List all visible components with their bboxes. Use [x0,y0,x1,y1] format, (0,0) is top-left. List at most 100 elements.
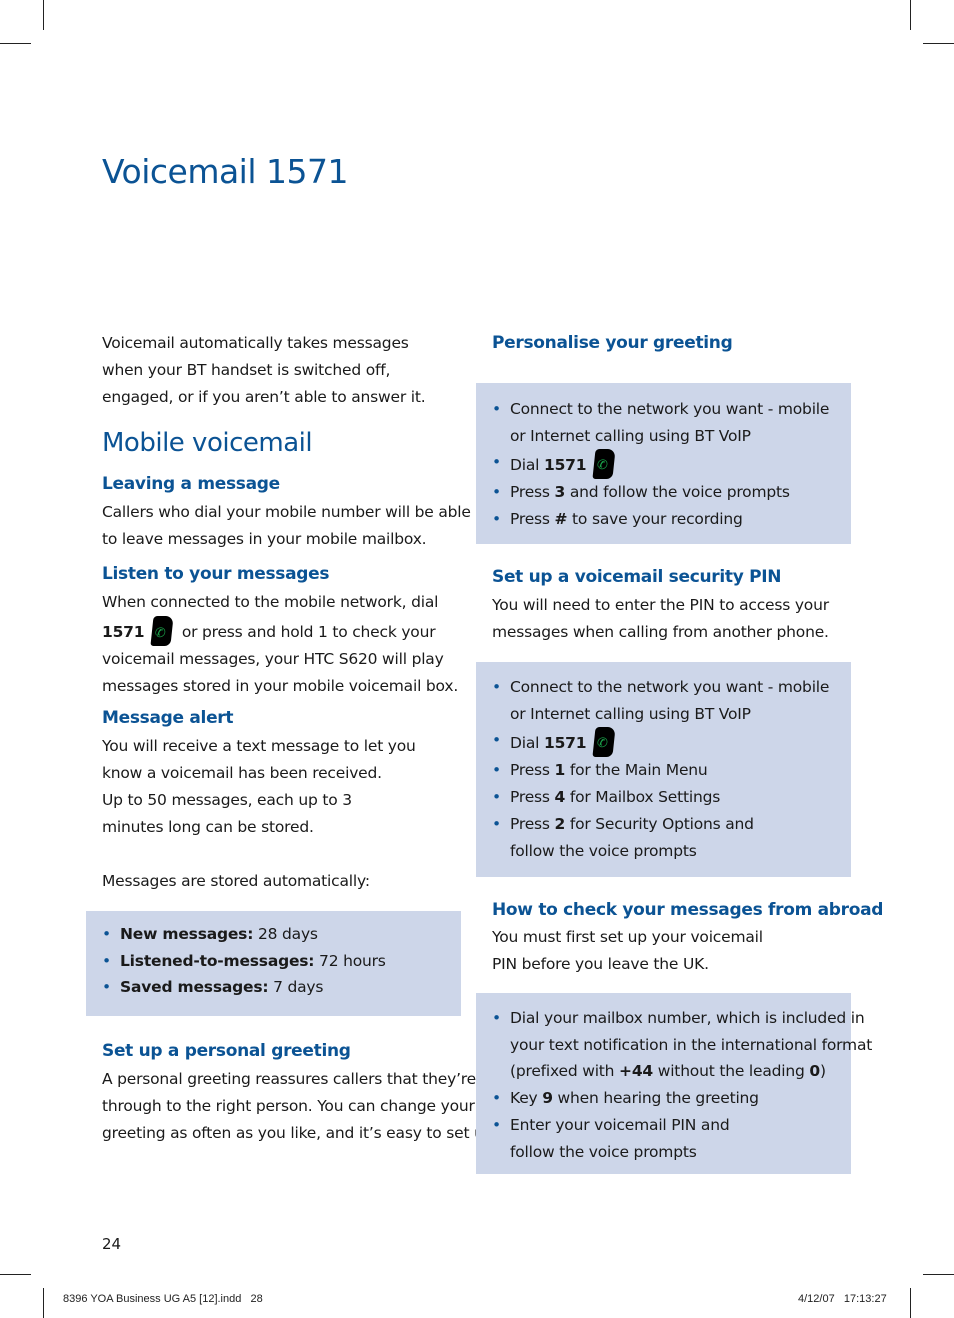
key-number: 9 [542,1089,553,1108]
personalise-steps: Connect to the network you want - mobile… [492,396,829,533]
list-item: Dial your mailbox number, which is inclu… [492,1005,872,1085]
list-item: Press 3 and follow the voice prompts [492,479,829,506]
call-key-icon [592,727,616,758]
text-span: Dial [510,456,544,475]
value: 7 days [273,978,324,997]
crop-mark [923,1274,954,1275]
text-line: Dial your mailbox number, which is inclu… [510,1009,865,1027]
list-item: Dial 1571 [492,449,829,480]
storage-box: New messages: 28 days Listened-to-messag… [86,911,461,1016]
list-item: Listened-to-messages: 72 hours [102,948,386,975]
list-item: Press 1 for the Main Menu [492,757,829,784]
subheading-personal-greeting: Set up a personal greeting [102,1041,351,1061]
key-number: 2 [554,814,566,833]
text-span: Key [510,1089,543,1108]
label: Listened-to-messages: [120,951,315,970]
subheading-listen-messages: Listen to your messages [102,564,330,584]
text-line: Callers who dial your mobile number will… [102,503,471,521]
pin-steps: Connect to the network you want - mobile… [492,674,829,864]
text-span: Press [510,510,555,529]
text-span: Dial [510,734,544,753]
crop-mark [0,43,31,44]
list-item: Key 9 when hearing the greeting [492,1085,872,1112]
dial-number: 1571 [102,623,145,641]
text-line: your text notification in the internatio… [510,1035,873,1054]
personal-greeting-paragraph: A personal greeting reassures callers th… [102,1066,498,1147]
list-item: New messages: 28 days [102,921,386,948]
text-line: messages stored in your mobile voicemail… [102,677,459,695]
list-item: Press # to save your recording [492,506,829,533]
leaving-message-paragraph: Callers who dial your mobile number will… [102,499,471,553]
key-number: 4 [554,788,566,807]
abroad-steps-box: Dial your mailbox number, which is inclu… [476,993,872,1174]
crop-mark [43,0,44,30]
text-line: voicemail messages, your HTC S620 will p… [102,650,444,668]
text-span: Press [510,761,555,780]
text-span: (prefixed with [510,1062,620,1081]
text-line: know a voicemail has been received. [102,764,382,782]
text-line: through to the right person. You can cha… [102,1097,475,1115]
call-key-icon [592,449,616,480]
list-item: Connect to the network you want - mobile… [492,396,829,449]
text-span: to save your recording [567,510,743,529]
dial-number: 1571 [543,734,587,753]
key-number: 3 [554,483,566,502]
crop-mark [910,1288,911,1318]
pin-steps-box: Connect to the network you want - mobile… [476,662,851,877]
text-line: when your BT handset is switched off, [102,361,391,379]
subheading-personalise-greeting: Personalise your greeting [492,333,733,353]
text-span: Press [510,788,555,807]
label: New messages: [120,925,254,943]
page-number: 24 [102,1235,122,1253]
page-title: Voicemail 1571 [102,152,349,191]
text-line: PIN before you leave the UK. [492,955,709,973]
list-item: Dial 1571 [492,727,829,758]
crop-mark [923,43,954,44]
subheading-abroad: How to check your messages from abroad [492,900,884,920]
text-line: You must first set up your voicemail [492,928,763,946]
crop-mark [43,1288,44,1318]
section-heading-mobile-voicemail: Mobile voicemail [102,428,313,458]
list-item: Enter your voicemail PIN and follow the v… [492,1112,872,1165]
text-line: minutes long can be stored. [102,818,314,836]
text-line: to leave messages in your mobile mailbox… [102,530,427,548]
abroad-steps: Dial your mailbox number, which is inclu… [492,1005,872,1165]
text-line: When connected to the mobile network, di… [102,593,439,611]
text-span: for the Main Menu [565,761,708,780]
text-line: (prefixed with +44 without the leading 0… [510,1058,872,1085]
storage-list: New messages: 28 days Listened-to-messag… [102,921,386,1001]
text-line: or Internet calling using BT VoIP [510,426,751,445]
key-number: # [554,510,568,529]
text-line: Voicemail automatically takes messages [102,334,409,352]
text-line: follow the voice prompts [510,841,697,860]
text-line: You will receive a text message to let y… [102,737,416,755]
text-line: Connect to the network you want - mobile [510,678,830,696]
value: 72 hours [319,951,386,970]
text-span: for Mailbox Settings [565,788,721,807]
message-alert-paragraph: You will receive a text message to let y… [102,733,416,895]
text-line: greeting as often as you like, and it’s … [102,1124,499,1142]
intro-paragraph: Voicemail automatically takes messages w… [102,330,426,411]
text-span: for Security Options and [565,814,754,833]
key-number: 1 [554,761,566,780]
text-line: or Internet calling using BT VoIP [510,704,751,723]
text-line: A personal greeting reassures callers th… [102,1070,476,1088]
dial-number: 1571 [543,456,587,475]
subheading-message-alert: Message alert [102,708,234,728]
subheading-leaving-message: Leaving a message [102,474,280,494]
list-item: Connect to the network you want - mobile… [492,674,829,727]
footer-file-info: 8396 YOA Business UG A5 [12].indd 28 [63,1293,263,1305]
list-item: Press 4 for Mailbox Settings [492,784,829,811]
list-item: Saved messages: 7 days [102,974,386,1001]
text-span: without the leading [653,1062,810,1081]
text-span: Press [510,814,555,833]
text-span: and follow the voice prompts [565,483,790,502]
subheading-security-pin: Set up a voicemail security PIN [492,567,782,587]
text-span: Press [510,483,555,502]
text-line: Messages are stored automatically: [102,872,370,890]
list-item: Press 2 for Security Options and follow t… [492,811,829,864]
text-line: Up to 50 messages, each up to 3 [102,791,352,809]
text-line: messages when calling from another phone… [492,623,829,641]
call-key-icon [150,616,174,646]
text-line: 1571 or press and hold 1 to check your [102,616,458,646]
